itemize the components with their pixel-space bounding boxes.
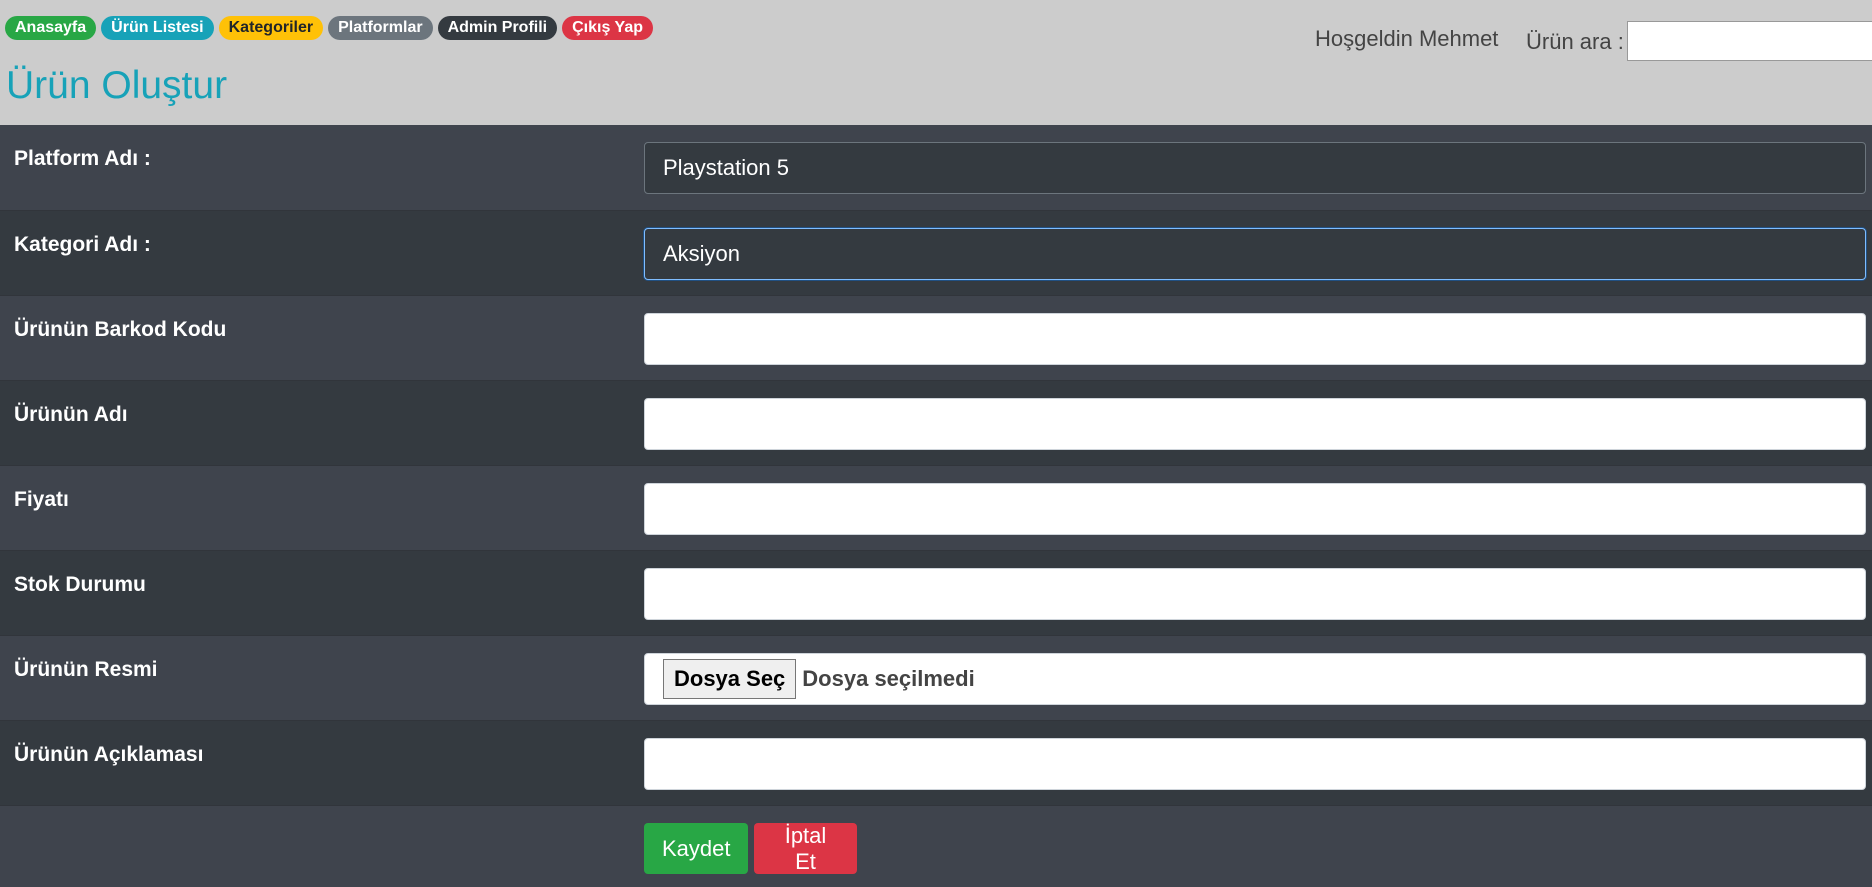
top-nav: Anasayfa Ürün Listesi Kategoriler Platfo… [5,16,653,40]
price-label: Fiyatı [14,488,69,511]
barcode-label: Ürünün Barkod Kodu [14,318,227,341]
choose-file-button[interactable]: Dosya Seç [663,659,797,699]
platform-label: Platform Adı : [14,147,151,170]
product-name-input[interactable] [644,398,1866,450]
category-label: Kategori Adı : [14,233,151,256]
form-row-barcode: Ürünün Barkod Kodu [0,295,1872,380]
image-label: Ürünün Resmi [14,658,158,681]
nav-platformlar[interactable]: Platformlar [328,16,433,40]
barcode-input[interactable] [644,313,1866,365]
stock-label: Stok Durumu [14,573,146,596]
description-input[interactable] [644,738,1866,790]
form-row-description: Ürünün Açıklaması [0,720,1872,805]
search-label: Ürün ara : [1526,29,1624,54]
form-row-name: Ürünün Adı [0,380,1872,465]
header: Anasayfa Ürün Listesi Kategoriler Platfo… [0,0,1872,125]
nav-anasayfa[interactable]: Anasayfa [5,16,97,40]
save-button[interactable]: Kaydet [644,823,748,874]
category-select[interactable] [644,228,1866,280]
cancel-button[interactable]: İptal Et [754,823,857,874]
stock-input[interactable] [644,568,1866,620]
price-input[interactable] [644,483,1866,535]
file-status-text: Dosya seçilmedi [802,666,975,691]
nav-admin-profili[interactable]: Admin Profili [437,16,558,40]
form-row-stock: Stok Durumu [0,550,1872,635]
platform-select[interactable] [644,142,1866,194]
page-title: Ürün Oluştur [6,64,228,107]
description-label: Ürünün Açıklaması [14,743,204,766]
form-row-price: Fiyatı [0,465,1872,550]
nav-kategoriler[interactable]: Kategoriler [218,16,324,40]
welcome-text: Hoşgeldin Mehmet [1315,26,1499,51]
form-row-platform: Platform Adı : [0,125,1872,210]
product-search-input[interactable] [1627,21,1872,61]
nav-urun-listesi[interactable]: Ürün Listesi [101,16,214,40]
product-name-label: Ürünün Adı [14,403,128,426]
form-actions: Kaydet İptal Et [0,805,1872,885]
product-create-form: Platform Adı : Kategori Adı : Ürünün Bar… [0,125,1872,885]
form-row-image: Ürünün Resmi Dosya Seç Dosya seçilmedi [0,635,1872,720]
form-row-category: Kategori Adı : [0,210,1872,295]
image-file-input: Dosya Seç Dosya seçilmedi [644,653,1866,705]
nav-logout[interactable]: Çıkış Yap [562,16,653,40]
